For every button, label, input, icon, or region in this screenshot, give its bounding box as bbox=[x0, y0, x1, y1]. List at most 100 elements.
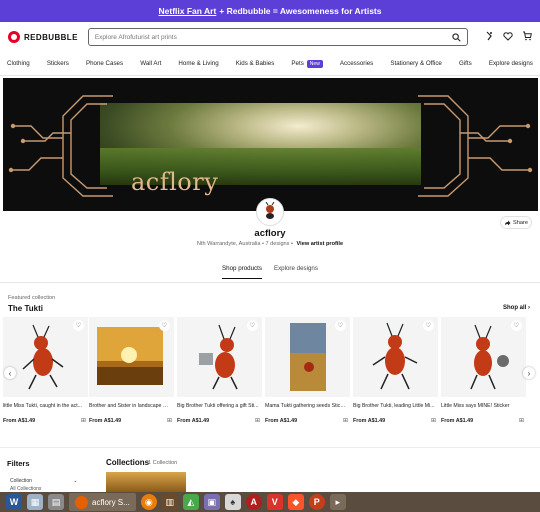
favorite-heart-icon[interactable]: ♡ bbox=[511, 320, 522, 331]
product-card[interactable]: ♡ Little Miss says MINE! Sticker From A$… bbox=[441, 317, 526, 424]
taskbar-overflow-icon[interactable]: ▸ bbox=[329, 494, 346, 510]
add-to-cart-icon[interactable]: ⊞ bbox=[81, 417, 86, 424]
nav-home-living[interactable]: Home & Living bbox=[178, 60, 218, 67]
product-image[interactable]: ♡ bbox=[265, 317, 350, 397]
active-tab-title: acflory S... bbox=[92, 497, 130, 507]
nav-kids-babies[interactable]: Kids & Babies bbox=[236, 60, 275, 67]
shop-tabs: Shop products Explore designs bbox=[0, 265, 540, 279]
filters-title: Filters bbox=[7, 459, 30, 468]
nav-clothing[interactable]: Clothing bbox=[7, 60, 30, 67]
artist-name: acflory bbox=[254, 228, 286, 239]
carousel-next-button[interactable]: › bbox=[523, 367, 535, 379]
chevron-down-icon: ⌄ bbox=[73, 478, 78, 484]
nav-pets[interactable]: Pets New bbox=[291, 59, 323, 68]
heart-icon[interactable] bbox=[503, 28, 513, 46]
search-input[interactable] bbox=[94, 33, 452, 41]
product-image[interactable]: ♡ bbox=[177, 317, 262, 397]
favorite-heart-icon[interactable]: ♡ bbox=[335, 320, 346, 331]
promo-banner[interactable]: Netflix Fan Art + Redbubble = Awesomenes… bbox=[0, 0, 540, 22]
product-card[interactable]: ♡ Big Brother Tukti, leading Little Mi..… bbox=[353, 317, 438, 424]
add-to-cart-icon[interactable]: ⊞ bbox=[343, 417, 348, 424]
files-icon[interactable]: ▣ bbox=[203, 494, 220, 510]
calculator-icon[interactable]: ▦ bbox=[27, 494, 43, 510]
tab-explore-designs[interactable]: Explore designs bbox=[274, 265, 318, 279]
nav-pets-label: Pets bbox=[291, 60, 304, 67]
product-title[interactable]: Little Miss says MINE! Sticker bbox=[441, 403, 523, 409]
artist-tools-icon[interactable] bbox=[484, 28, 494, 46]
redbubble-logo[interactable]: REDBUBBLE bbox=[8, 31, 78, 43]
inkscape-icon[interactable]: ◭ bbox=[182, 494, 199, 510]
blender-icon[interactable]: ◉ bbox=[140, 494, 157, 510]
nav-stationery-office[interactable]: Stationery & Office bbox=[390, 60, 441, 67]
product-image[interactable]: ♡ bbox=[441, 317, 526, 397]
artist-cover-banner: acflory bbox=[3, 78, 538, 211]
product-price: From A$1.49 bbox=[441, 418, 474, 424]
filter-collection-toggle[interactable]: Collection ⌄ bbox=[10, 478, 78, 484]
carousel-prev-button[interactable]: ‹ bbox=[4, 367, 16, 379]
site-header: REDBUBBLE bbox=[0, 22, 540, 52]
nav-gifts[interactable]: Gifts bbox=[459, 60, 472, 67]
search-bar[interactable] bbox=[87, 28, 468, 46]
tukti-avatar-icon bbox=[265, 202, 275, 219]
share-icon bbox=[505, 220, 511, 225]
vivaldi-icon[interactable]: V bbox=[266, 494, 283, 510]
collections-title: Collections bbox=[106, 458, 150, 467]
firefox-icon bbox=[75, 495, 88, 509]
printer-icon[interactable]: ▤ bbox=[48, 494, 64, 510]
product-card[interactable]: ♡ Mama Tukti gathering seeds Stick... Fr… bbox=[265, 317, 350, 424]
nav-explore-designs[interactable]: Explore designs bbox=[489, 60, 533, 67]
firefox-taskbar-button[interactable]: acflory S... bbox=[69, 493, 136, 511]
category-nav: Clothing Stickers Phone Cases Wall Art H… bbox=[0, 52, 540, 76]
nav-phone-cases[interactable]: Phone Cases bbox=[86, 60, 123, 67]
product-price: From A$1.49 bbox=[353, 418, 386, 424]
product-image[interactable]: ♡ bbox=[3, 317, 88, 397]
tabs-divider bbox=[0, 282, 540, 283]
product-title[interactable]: Big Brother Tukti, leading Little Mi... bbox=[353, 403, 435, 409]
promo-link[interactable]: Netflix Fan Art bbox=[159, 6, 217, 16]
collection-title: The Tukti bbox=[8, 304, 43, 313]
favorite-heart-icon[interactable]: ♡ bbox=[73, 320, 84, 331]
shop-all-label: Shop all bbox=[503, 305, 527, 311]
add-to-cart-icon[interactable]: ⊞ bbox=[519, 417, 524, 424]
nav-stickers[interactable]: Stickers bbox=[47, 60, 69, 67]
product-title[interactable]: Big Brother Tukti offering a gift Sti... bbox=[177, 403, 259, 409]
brave-icon[interactable]: ◆ bbox=[287, 494, 304, 510]
nav-wall-art[interactable]: Wall Art bbox=[140, 60, 161, 67]
artist-avatar[interactable] bbox=[256, 198, 284, 226]
favorite-heart-icon[interactable]: ♡ bbox=[159, 320, 170, 331]
product-image[interactable]: ♡ bbox=[89, 317, 174, 397]
powerpoint-icon[interactable]: P bbox=[308, 494, 325, 510]
add-to-cart-icon[interactable]: ⊞ bbox=[167, 417, 172, 424]
nav-accessories[interactable]: Accessories bbox=[340, 60, 373, 67]
cards-game-icon[interactable]: ♠ bbox=[224, 494, 241, 510]
library-icon[interactable]: ▥ bbox=[161, 494, 178, 510]
product-price: From A$1.49 bbox=[265, 418, 298, 424]
product-image[interactable]: ♡ bbox=[353, 317, 438, 397]
view-artist-profile-link[interactable]: View artist profile bbox=[297, 241, 344, 247]
collection-thumbnail[interactable] bbox=[106, 472, 186, 492]
section-divider bbox=[0, 447, 540, 448]
product-card[interactable]: ♡ Brother and Sister in landscape St... … bbox=[89, 317, 174, 424]
product-title[interactable]: little Miss Tukti, caught in the act... bbox=[3, 403, 85, 409]
search-icon[interactable] bbox=[452, 32, 461, 42]
product-card[interactable]: ♡ Big Brother Tukti offering a gift Sti.… bbox=[177, 317, 262, 424]
add-to-cart-icon[interactable]: ⊞ bbox=[255, 417, 260, 424]
product-price: From A$1.49 bbox=[177, 418, 210, 424]
word-icon[interactable]: W bbox=[6, 494, 22, 510]
favorite-heart-icon[interactable]: ♡ bbox=[423, 320, 434, 331]
cart-icon[interactable] bbox=[522, 28, 532, 46]
favorite-heart-icon[interactable]: ♡ bbox=[247, 320, 258, 331]
meta-separator: • bbox=[291, 241, 295, 247]
header-icons bbox=[484, 28, 532, 46]
app-a-icon[interactable]: A bbox=[245, 494, 262, 510]
redbubble-logo-icon bbox=[8, 31, 20, 43]
promo-text: + Redbubble = Awesomeness for Artists bbox=[219, 6, 382, 16]
shop-all-link[interactable]: Shop all › bbox=[503, 305, 530, 311]
artist-location: Nth Warrandyte, Australia bbox=[196, 241, 261, 247]
product-title[interactable]: Mama Tukti gathering seeds Stick... bbox=[265, 403, 347, 409]
add-to-cart-icon[interactable]: ⊞ bbox=[431, 417, 436, 424]
logo-text: REDBUBBLE bbox=[24, 32, 78, 42]
product-price: From A$1.49 bbox=[89, 418, 122, 424]
product-title[interactable]: Brother and Sister in landscape St... bbox=[89, 403, 171, 409]
tab-shop-products[interactable]: Shop products bbox=[222, 265, 262, 279]
